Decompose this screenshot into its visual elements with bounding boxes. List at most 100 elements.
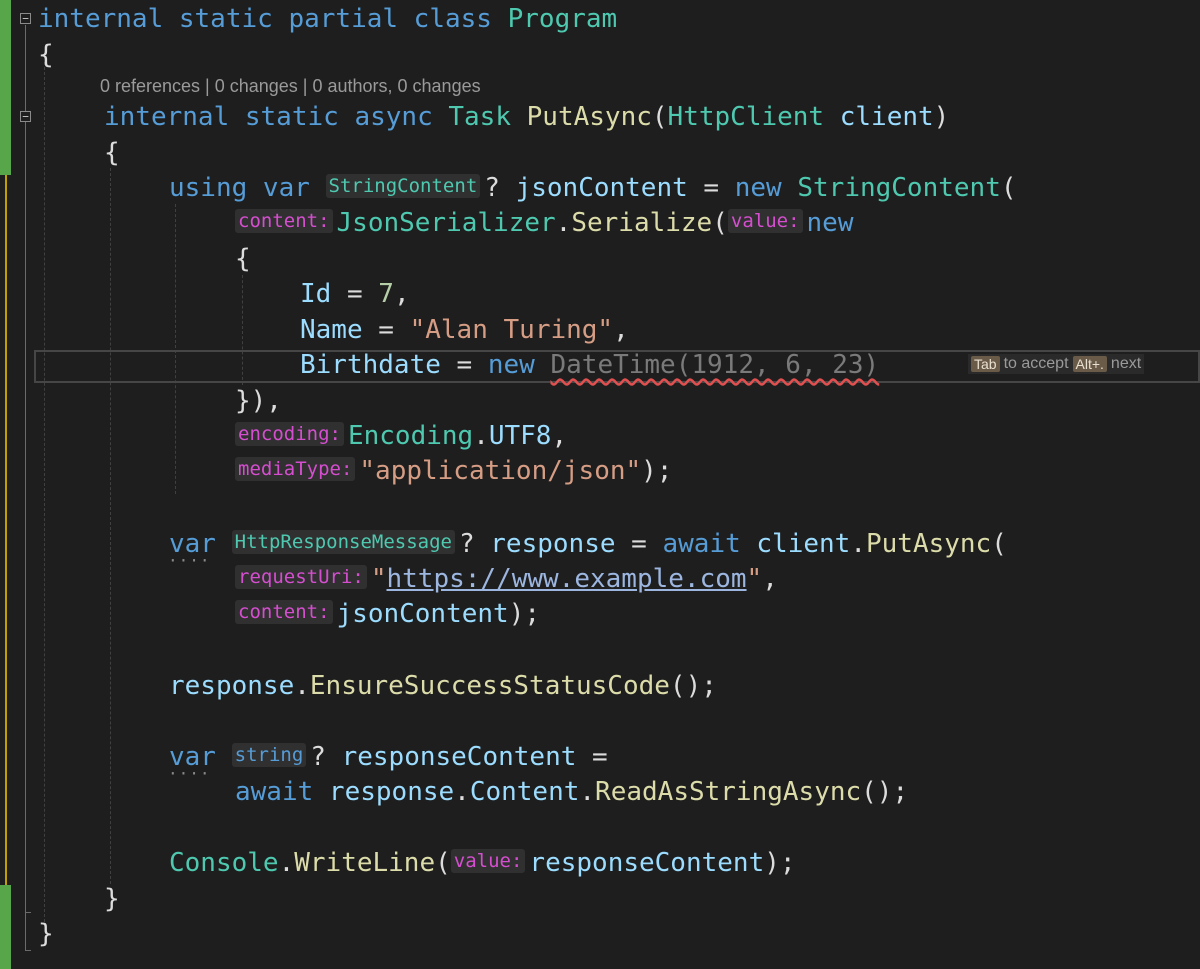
parameter-name-hint: content: bbox=[235, 600, 333, 624]
code-token: . bbox=[579, 777, 596, 807]
code-token: PutAsync bbox=[865, 529, 992, 559]
code-token: EnsureSuccessStatusCode bbox=[309, 671, 670, 701]
type-hint: StringContent bbox=[325, 174, 481, 198]
code-line[interactable]: Name = "Alan Turing", bbox=[300, 312, 629, 348]
code-token: PutAsync bbox=[526, 102, 652, 132]
code-token: . bbox=[454, 777, 470, 807]
indent-guide bbox=[175, 204, 176, 494]
code-token: ( bbox=[651, 102, 668, 132]
code-token: Console bbox=[169, 848, 279, 878]
code-token: , bbox=[393, 279, 410, 309]
code-token: HttpClient bbox=[667, 102, 840, 132]
code-line[interactable]: content: JsonSerializer.Serialize(value: n… bbox=[235, 205, 853, 241]
code-line[interactable]: }), bbox=[235, 383, 282, 419]
code-token: ); bbox=[764, 848, 796, 878]
code-token: new bbox=[487, 350, 551, 380]
code-token: response bbox=[490, 529, 616, 559]
code-line[interactable]: var HttpResponseMessage? response = awai… bbox=[169, 526, 1007, 562]
code-token: Content bbox=[469, 777, 580, 807]
code-token: response bbox=[169, 671, 295, 701]
code-token: " bbox=[746, 564, 763, 594]
code-token: Task bbox=[448, 102, 527, 132]
code-token: new bbox=[734, 173, 798, 203]
code-line[interactable]: Id = 7, bbox=[300, 276, 410, 312]
code-line[interactable]: Console.WriteLine(value: responseContent)… bbox=[169, 845, 796, 881]
change-marker-unsaved bbox=[0, 175, 7, 885]
code-token: "Alan Turing" bbox=[409, 315, 614, 345]
code-token: 7 bbox=[378, 279, 394, 309]
code-token: StringContent bbox=[797, 173, 1001, 203]
code-line[interactable]: encoding: Encoding.UTF8, bbox=[235, 418, 567, 454]
code-token: ) bbox=[933, 102, 950, 132]
code-token: responseContent bbox=[529, 848, 765, 878]
code-token: = bbox=[687, 173, 735, 203]
code-token: client bbox=[756, 529, 851, 559]
suggestion-dots[interactable]: ···· bbox=[168, 553, 211, 569]
parameter-name-hint: value: bbox=[727, 209, 803, 233]
inline-completion-ghost-text: DateTime(1912, 6, 23) bbox=[550, 350, 880, 380]
code-token: ( bbox=[1000, 173, 1017, 203]
outline-line-class bbox=[25, 25, 26, 950]
code-token: Serialize bbox=[571, 208, 713, 238]
accept-label: to accept bbox=[1003, 355, 1069, 372]
code-token: Program bbox=[507, 4, 618, 34]
code-token: Encoding bbox=[347, 421, 474, 451]
code-line[interactable]: content: jsonContent); bbox=[235, 596, 540, 632]
alt-key-badge: Alt+. bbox=[1072, 356, 1107, 372]
codelens[interactable]: 0 references | 0 changes | 0 authors, 0 … bbox=[100, 76, 481, 97]
code-line[interactable]: } bbox=[104, 881, 120, 917]
code-token: UTF8 bbox=[488, 421, 552, 451]
type-hint: HttpResponseMessage bbox=[231, 530, 455, 554]
code-token: . bbox=[850, 529, 866, 559]
code-token: responseContent bbox=[341, 742, 577, 772]
code-line[interactable]: using var StringContent? jsonContent = n… bbox=[169, 170, 1017, 206]
type-hint: string bbox=[231, 743, 307, 767]
code-token: , bbox=[551, 421, 568, 451]
code-token: WriteLine bbox=[294, 848, 436, 878]
code-line[interactable]: { bbox=[104, 135, 120, 171]
parameter-name-hint: content: bbox=[235, 209, 333, 233]
code-token: } bbox=[104, 884, 120, 914]
code-token: = bbox=[615, 529, 663, 559]
code-line[interactable]: internal static async Task PutAsync(Http… bbox=[104, 99, 949, 135]
change-marker-saved bbox=[0, 0, 11, 175]
indent-guide bbox=[110, 168, 111, 884]
next-label: next bbox=[1110, 355, 1142, 372]
code-token: ( bbox=[712, 208, 728, 238]
code-token: . bbox=[294, 671, 310, 701]
code-line[interactable]: internal static partial class Program bbox=[38, 1, 617, 37]
code-line[interactable]: mediaType: "application/json"); bbox=[235, 453, 672, 489]
outline-end-method bbox=[25, 912, 31, 913]
code-token: ? bbox=[484, 173, 516, 203]
code-token: Birthdate bbox=[300, 350, 441, 380]
code-token: . bbox=[473, 421, 489, 451]
code-line[interactable]: Birthdate = new DateTime(1912, 6, 23) bbox=[300, 347, 879, 383]
code-token: client bbox=[839, 102, 934, 132]
code-line[interactable]: } bbox=[38, 916, 54, 952]
code-token: }), bbox=[235, 386, 282, 416]
code-token: { bbox=[38, 40, 54, 70]
code-token: new bbox=[806, 208, 854, 238]
code-line[interactable]: { bbox=[235, 241, 251, 277]
collapse-method-button[interactable]: − bbox=[20, 111, 31, 122]
code-token: . bbox=[278, 848, 295, 878]
indent-guide bbox=[44, 62, 45, 922]
code-line[interactable]: await response.Content.ReadAsStringAsync… bbox=[235, 774, 908, 810]
collapse-class-button[interactable]: − bbox=[20, 13, 31, 24]
code-token: "application/json" bbox=[359, 456, 642, 486]
code-token: (); bbox=[861, 777, 909, 807]
code-line[interactable]: var string? responseContent = bbox=[169, 739, 608, 775]
code-line[interactable]: response.EnsureSuccessStatusCode(); bbox=[169, 668, 717, 704]
parameter-name-hint: requestUri: bbox=[235, 565, 367, 589]
code-token: = bbox=[440, 350, 488, 380]
parameter-name-hint: mediaType: bbox=[235, 457, 356, 481]
suggestion-dots[interactable]: ···· bbox=[168, 766, 211, 782]
code-token: internal static async bbox=[104, 102, 449, 132]
code-token: ReadAsStringAsync bbox=[595, 777, 862, 807]
code-token: https://www.example.com bbox=[386, 564, 747, 594]
code-line[interactable]: { bbox=[38, 37, 54, 73]
code-token: ); bbox=[508, 599, 541, 629]
code-line[interactable]: requestUri: "https://www.example.com", bbox=[235, 561, 778, 597]
code-token: await bbox=[662, 529, 757, 559]
inline-suggestion-hint[interactable]: Tab to accept Alt+. next bbox=[968, 354, 1145, 374]
